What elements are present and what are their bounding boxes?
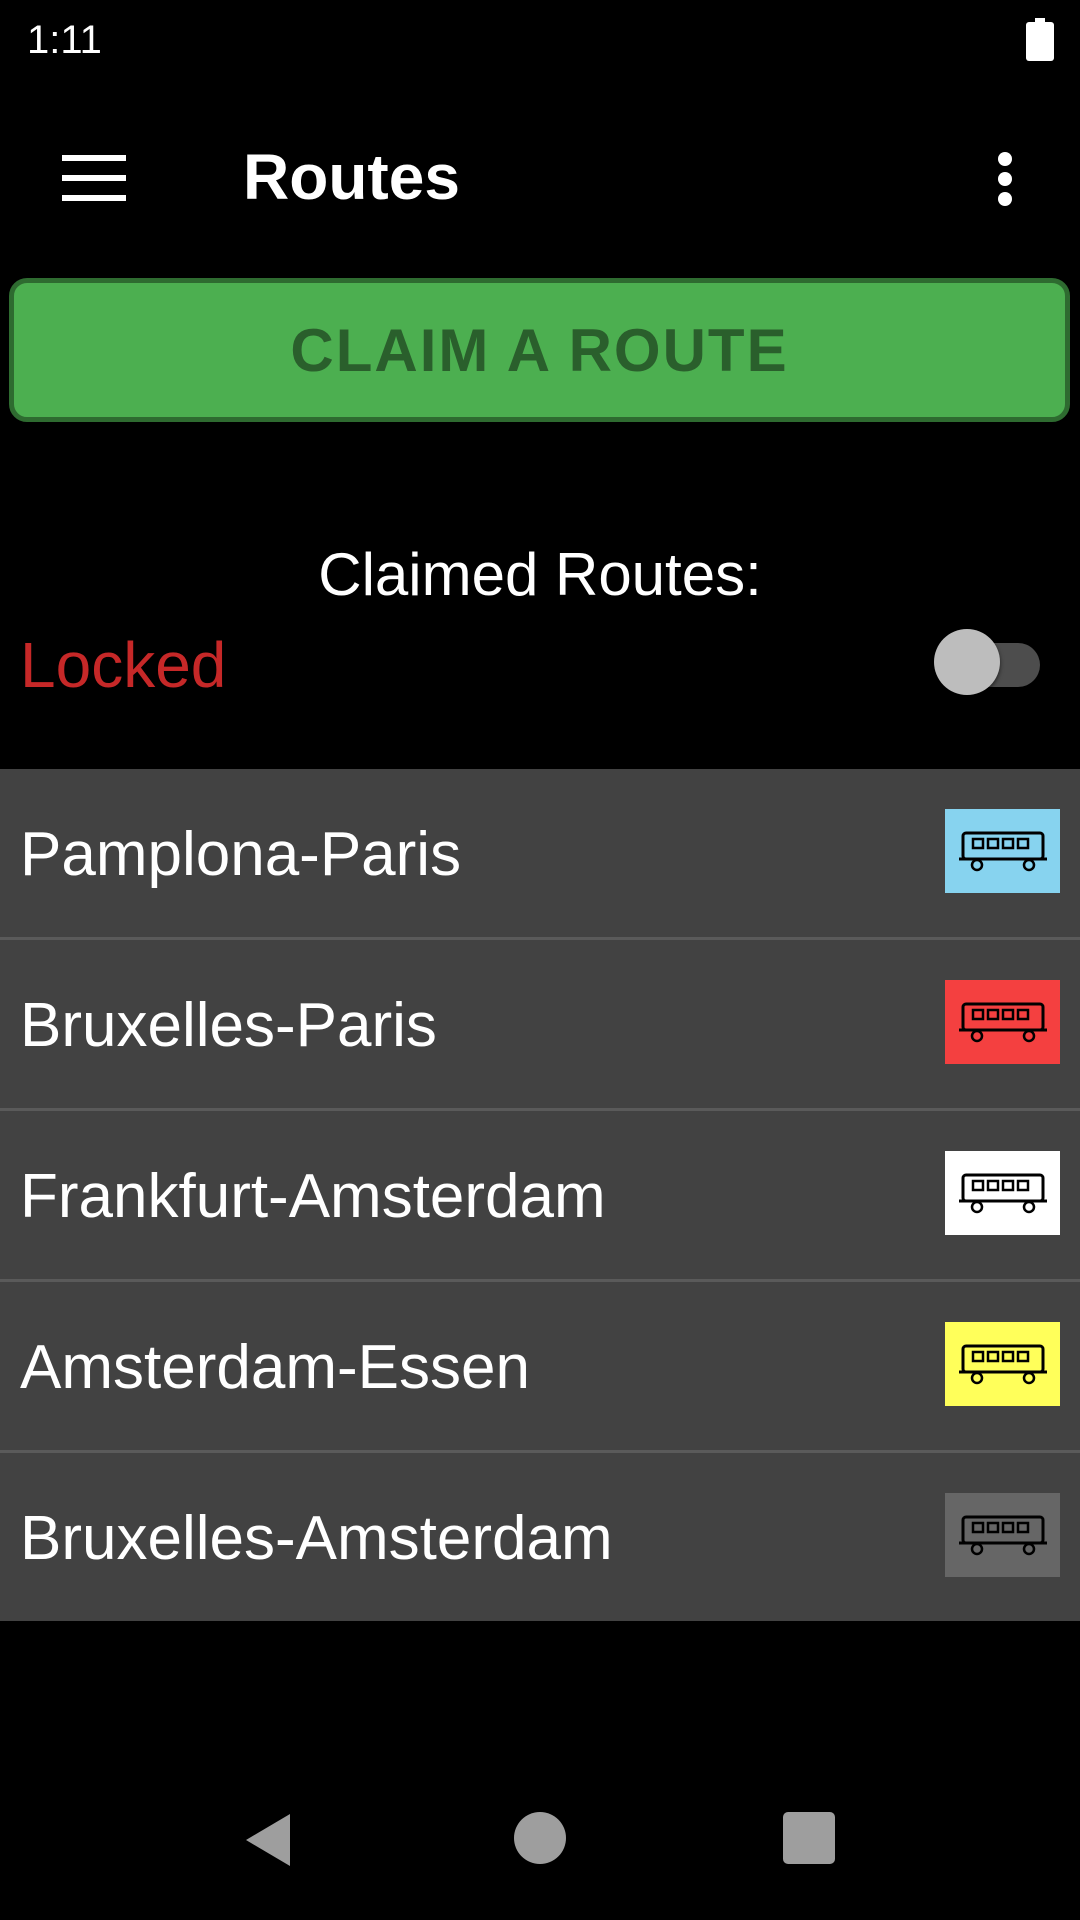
status-bar: 1:11 (0, 0, 1080, 84)
lock-status-label: Locked (20, 629, 227, 701)
route-row[interactable]: Amsterdam-Essen (0, 1282, 1080, 1453)
recents-square-icon[interactable] (783, 1812, 835, 1864)
page-title: Routes (243, 141, 460, 213)
system-nav-bar (0, 1790, 1080, 1920)
train-car-glyph (958, 1173, 1047, 1214)
train-car-glyph (958, 1344, 1047, 1385)
status-time: 1:11 (27, 18, 102, 62)
route-name: Pamplona-Paris (20, 820, 462, 889)
train-car-glyph (958, 1002, 1047, 1043)
claimed-routes-heading: Claimed Routes: (318, 541, 762, 608)
battery-full-icon (1026, 18, 1054, 61)
back-triangle-icon[interactable] (240, 1810, 300, 1870)
train-car-glyph (958, 1515, 1047, 1556)
lock-toggle[interactable] (932, 627, 1044, 695)
toggle-thumb (934, 629, 1000, 695)
route-name: Bruxelles-Paris (20, 991, 437, 1060)
home-circle-icon[interactable] (514, 1812, 566, 1864)
route-row[interactable]: Bruxelles-Amsterdam (0, 1453, 1080, 1621)
more-vert-icon[interactable] (980, 144, 1030, 214)
train-car-icon (945, 1151, 1060, 1235)
train-car-icon (945, 1493, 1060, 1577)
train-car-glyph (958, 831, 1047, 872)
route-name: Amsterdam-Essen (20, 1333, 530, 1402)
route-row[interactable]: Frankfurt-Amsterdam (0, 1111, 1080, 1282)
route-row[interactable]: Bruxelles-Paris (0, 940, 1080, 1111)
app-bar: Routes (0, 84, 1080, 274)
route-name: Bruxelles-Amsterdam (20, 1504, 613, 1573)
train-car-icon (945, 1322, 1060, 1406)
route-name: Frankfurt-Amsterdam (20, 1162, 606, 1231)
claim-route-button[interactable]: CLAIM A ROUTE (9, 278, 1070, 422)
train-car-icon (945, 809, 1060, 893)
train-car-icon (945, 980, 1060, 1064)
hamburger-menu-icon[interactable] (56, 146, 132, 210)
route-list: Pamplona-Paris Bruxelles-Paris Frankfurt… (0, 769, 1080, 1621)
route-row[interactable]: Pamplona-Paris (0, 769, 1080, 940)
